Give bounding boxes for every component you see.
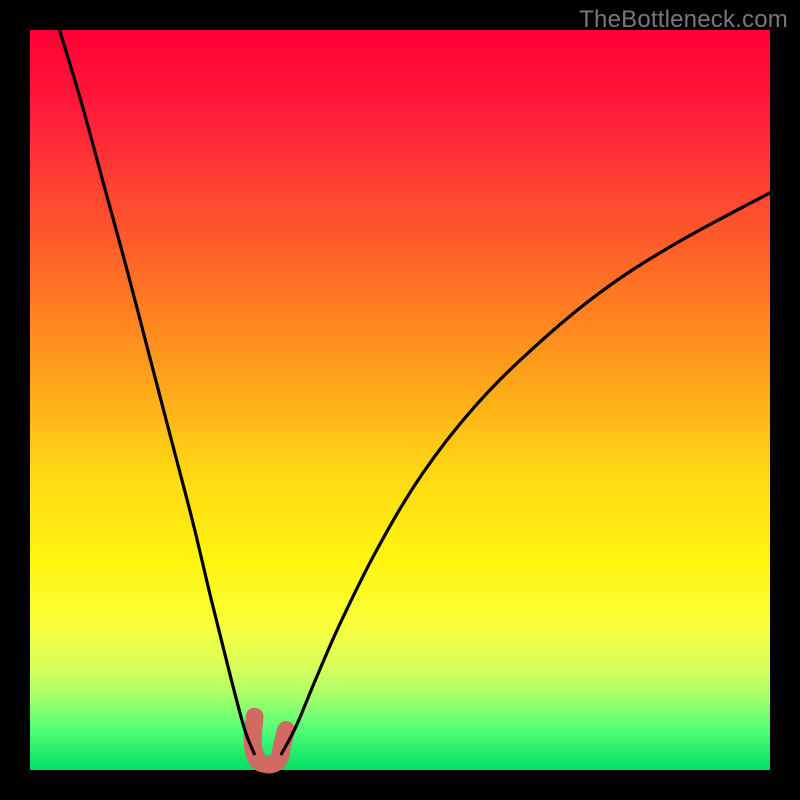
chart-container: { "attribution": "TheBottleneck.com", "c… bbox=[0, 0, 800, 800]
attribution-text: TheBottleneck.com bbox=[579, 6, 788, 34]
bottleneck-chart bbox=[0, 0, 800, 800]
plot-background bbox=[30, 30, 770, 770]
optimal-marker-dot bbox=[246, 708, 264, 726]
